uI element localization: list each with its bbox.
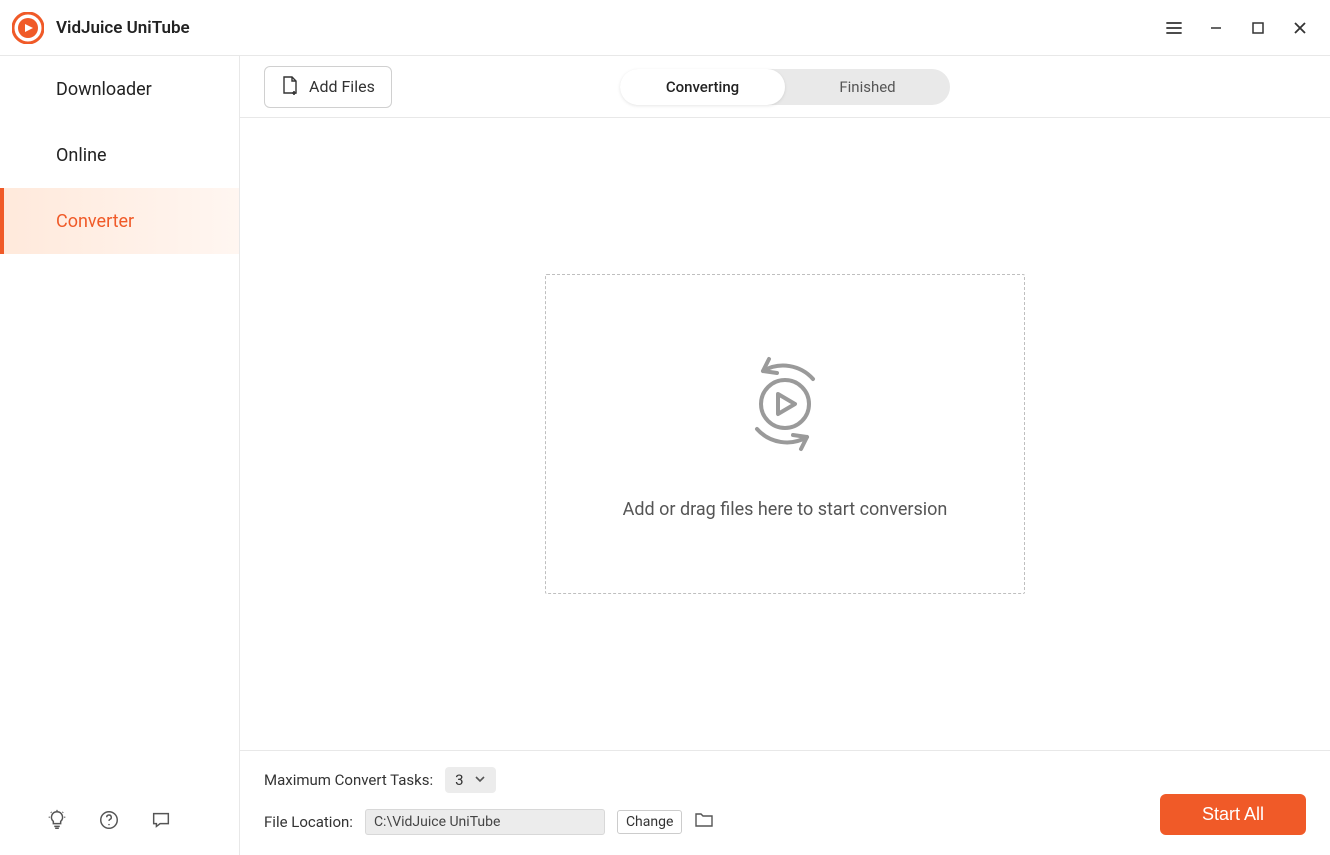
start-all-button[interactable]: Start All — [1160, 794, 1306, 835]
change-button[interactable]: Change — [617, 810, 682, 834]
max-tasks-select[interactable]: 3 — [445, 767, 495, 793]
dropzone-hint: Add or drag files here to start conversi… — [623, 499, 948, 520]
sidebar: Downloader Online Converter — [0, 56, 240, 855]
max-tasks-value: 3 — [455, 771, 463, 789]
bottom-bar: Maximum Convert Tasks: 3 File Location: … — [240, 750, 1330, 855]
help-icon[interactable] — [98, 809, 120, 831]
file-location-field[interactable]: C:\VidJuice UniTube — [365, 809, 605, 835]
app-title: VidJuice UniTube — [56, 18, 190, 38]
open-folder-icon[interactable] — [694, 811, 714, 833]
app-logo — [12, 12, 44, 44]
tab-converting[interactable]: Converting — [620, 69, 785, 105]
add-files-button[interactable]: Add Files — [264, 66, 392, 108]
content-area: Add or drag files here to start conversi… — [240, 118, 1330, 750]
status-tabs: Converting Finished — [620, 69, 950, 105]
titlebar: VidJuice UniTube — [0, 0, 1330, 56]
sidebar-item-downloader[interactable]: Downloader — [0, 56, 239, 122]
close-button[interactable] — [1280, 8, 1320, 48]
max-tasks-label: Maximum Convert Tasks: — [264, 771, 433, 789]
toolbar: Add Files Converting Finished — [240, 56, 1330, 118]
sidebar-item-online[interactable]: Online — [0, 122, 239, 188]
main-panel: Add Files Converting Finished — [240, 56, 1330, 855]
menu-icon[interactable] — [1154, 8, 1194, 48]
file-dropzone[interactable]: Add or drag files here to start conversi… — [545, 274, 1025, 594]
sidebar-item-converter[interactable]: Converter — [0, 188, 239, 254]
sidebar-footer — [0, 809, 239, 855]
add-files-label: Add Files — [309, 77, 375, 96]
chevron-down-icon — [474, 771, 486, 789]
window-controls — [1154, 8, 1320, 48]
lightbulb-icon[interactable] — [46, 809, 68, 831]
feedback-icon[interactable] — [150, 809, 172, 831]
maximize-button[interactable] — [1238, 8, 1278, 48]
file-location-label: File Location: — [264, 813, 353, 831]
add-file-icon — [281, 75, 299, 99]
minimize-button[interactable] — [1196, 8, 1236, 48]
tab-finished[interactable]: Finished — [785, 69, 950, 105]
convert-cycle-icon — [735, 349, 835, 463]
